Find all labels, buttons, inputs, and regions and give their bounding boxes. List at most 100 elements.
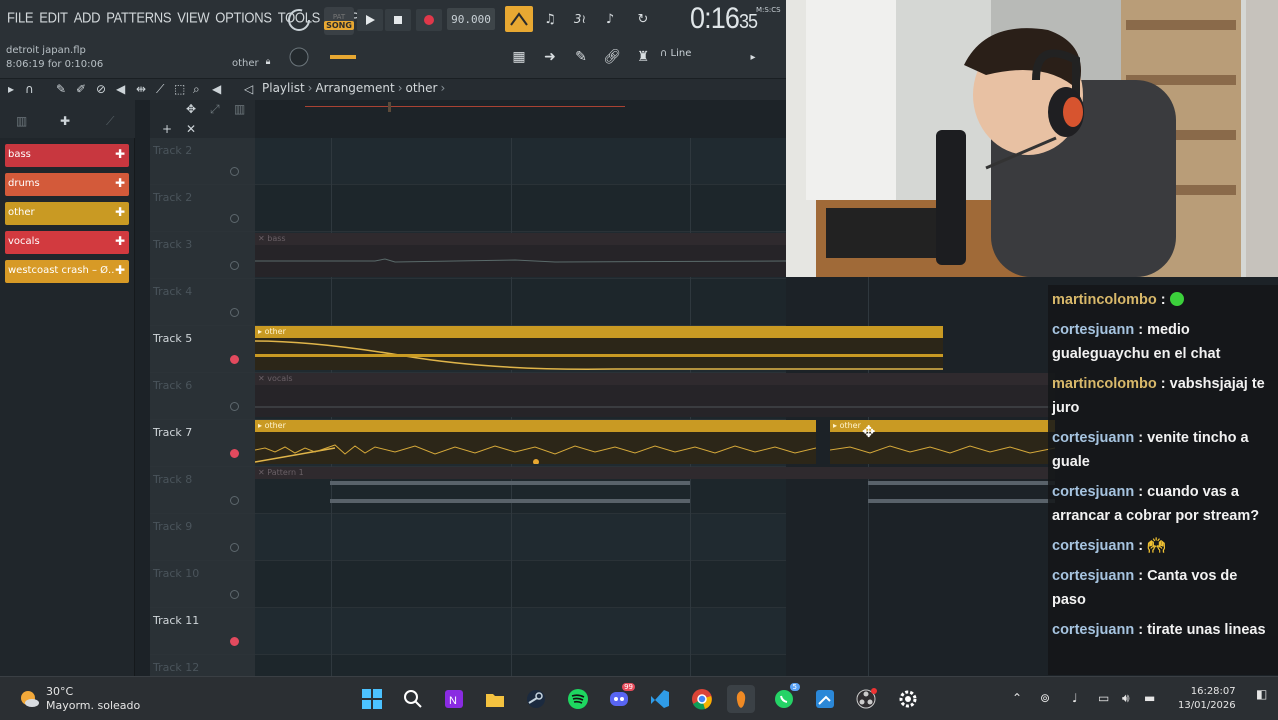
track7-other-clip-1[interactable]: ▸ other — [255, 420, 816, 464]
track-header[interactable]: Track 5 — [150, 326, 255, 373]
delete-icon[interactable]: ⊘ — [96, 82, 106, 96]
taskbar-chrome[interactable] — [688, 685, 716, 713]
track-enable-button[interactable] — [230, 402, 239, 411]
play-button[interactable] — [357, 9, 383, 31]
slip-icon[interactable]: ⇹ — [136, 82, 146, 96]
select-icon[interactable]: ⬚ — [174, 82, 185, 96]
menu-arrow-icon[interactable]: ▸ — [8, 82, 14, 96]
taskbar-fl-studio[interactable] — [727, 685, 755, 713]
track-enable-button[interactable] — [230, 261, 239, 270]
track-header[interactable]: Track 7 — [150, 420, 255, 467]
clip-source-1[interactable]: drums ✚ — [5, 173, 129, 196]
taskbar-file-explorer[interactable] — [481, 685, 509, 713]
edit-tool-button[interactable]: ✎ — [568, 45, 594, 69]
paint-icon[interactable]: ✐ — [76, 82, 86, 96]
link-button[interactable]: 🔗︎ — [599, 45, 625, 69]
track-lane[interactable] — [255, 279, 786, 326]
speaker-icon[interactable]: ◁ — [244, 82, 253, 96]
add-clip-icon[interactable]: ✚ — [115, 205, 125, 219]
move-icon[interactable]: ✥ — [186, 102, 196, 116]
track-enable-button[interactable] — [230, 449, 239, 458]
stop-button[interactable] — [385, 9, 411, 31]
snap-next-arrow[interactable]: ▸ — [746, 45, 760, 69]
track-lane[interactable] — [255, 185, 786, 232]
next-button[interactable]: ➜ — [537, 45, 563, 69]
track-header[interactable]: Track 2 — [150, 185, 255, 232]
master-pitch-slider[interactable] — [330, 55, 356, 59]
taskbar-steam[interactable] — [522, 685, 550, 713]
taskbar-spotify[interactable] — [564, 685, 592, 713]
track-header[interactable]: Track 10 — [150, 561, 255, 608]
track-header[interactable]: Track 6 — [150, 373, 255, 420]
menu-options[interactable]: OPTIONS — [212, 4, 274, 30]
clip-source-2[interactable]: other ✚ — [5, 202, 129, 225]
clip-source-4[interactable]: westcoast crash – Ø.. ✚ — [5, 260, 129, 283]
audio-icon[interactable]: ✚ — [60, 114, 70, 128]
track-enable-button[interactable] — [230, 590, 239, 599]
system-clock[interactable]: 16:28:07 13/01/2026 — [1178, 685, 1236, 713]
clip-source-0[interactable]: bass ✚ — [5, 144, 129, 167]
pitch-knob[interactable] — [286, 44, 312, 70]
taskbar-vscode[interactable] — [646, 685, 674, 713]
microphone-icon[interactable]: ♩ — [1072, 691, 1078, 705]
timeline-ruler[interactable] — [255, 100, 786, 138]
lock-icon[interactable]: 🔒︎ — [262, 56, 274, 68]
menu-patterns[interactable]: PATTERNS — [103, 4, 174, 30]
track-header[interactable]: Track 9 — [150, 514, 255, 561]
automation-icon[interactable]: ⟋ — [106, 114, 114, 129]
piano-icon[interactable]: ▥ — [16, 114, 27, 128]
start-button[interactable] — [358, 685, 386, 713]
track-header[interactable]: Track 3 — [150, 232, 255, 279]
taskbar-discord[interactable]: 99 — [605, 683, 635, 713]
track-lane[interactable] — [255, 138, 786, 185]
slice-icon[interactable]: ⟋ — [156, 82, 164, 97]
vocals-clip[interactable]: ✕ vocals — [255, 373, 1055, 417]
countdown-button[interactable]: 3≀ — [567, 8, 593, 30]
menu-file[interactable]: FILE — [4, 4, 36, 30]
expand-icon[interactable]: ⤢ — [210, 102, 220, 117]
track-enable-button[interactable] — [230, 214, 239, 223]
master-volume-knob[interactable] — [286, 7, 312, 33]
pattern1-clip[interactable]: ✕ Pattern 1 — [255, 467, 1055, 511]
track-enable-button[interactable] — [230, 308, 239, 317]
loop-record-button[interactable]: ↻ — [630, 8, 656, 30]
taskbar-paint[interactable] — [811, 685, 839, 713]
track-header[interactable]: Track 2 — [150, 138, 255, 185]
snap-selector[interactable]: ∩ Line — [660, 48, 691, 59]
add-clip-icon[interactable]: ✚ — [115, 176, 125, 190]
playback-icon[interactable]: ◀ — [212, 82, 221, 96]
track5-other-clip[interactable]: ▸ other — [255, 326, 943, 370]
wait-input-button[interactable]: ♫ — [537, 8, 563, 30]
taskbar-app-onenote[interactable]: N — [440, 685, 468, 713]
tempo-display[interactable]: 90.000 — [447, 8, 495, 30]
taskbar-settings[interactable] — [894, 685, 922, 713]
blend-notes-button[interactable]: ♪ — [597, 8, 623, 30]
mixer-button[interactable]: ♜ — [630, 45, 656, 69]
track-lane[interactable] — [255, 561, 786, 608]
playhead-marker[interactable] — [388, 102, 391, 112]
grid-icon[interactable]: ▥ — [234, 102, 245, 116]
battery-icon[interactable]: ▬ — [1144, 691, 1155, 705]
track-enable-button[interactable] — [230, 355, 239, 364]
volume-icon[interactable]: 🔊︎ — [1122, 691, 1130, 706]
pencil-icon[interactable]: ✎ — [56, 82, 66, 96]
zoom-icon[interactable]: ⌕ — [193, 82, 200, 97]
search-button[interactable] — [399, 685, 427, 713]
track-lane[interactable] — [255, 514, 786, 561]
add-clip-icon[interactable]: ✚ — [115, 263, 125, 277]
chevron-up-icon[interactable]: ⌃ — [1012, 691, 1022, 705]
magnet-icon[interactable]: ∩ — [25, 82, 34, 96]
network-icon[interactable]: ⊚ — [1040, 691, 1050, 705]
add-clip-icon[interactable]: ✚ — [115, 234, 125, 248]
mute-icon[interactable]: ◀ — [116, 82, 125, 96]
taskbar-obs[interactable] — [852, 685, 880, 713]
add-track-icon[interactable]: + — [162, 122, 172, 136]
track-lane[interactable] — [255, 608, 786, 655]
track-enable-button[interactable] — [230, 167, 239, 176]
track-enable-button[interactable] — [230, 496, 239, 505]
add-clip-icon[interactable]: ✚ — [115, 147, 125, 161]
track-header[interactable]: Track 11 — [150, 608, 255, 655]
track-header[interactable]: Track 8 — [150, 467, 255, 514]
record-button[interactable] — [416, 9, 442, 31]
piano-roll-button[interactable]: ▦ — [506, 45, 532, 69]
